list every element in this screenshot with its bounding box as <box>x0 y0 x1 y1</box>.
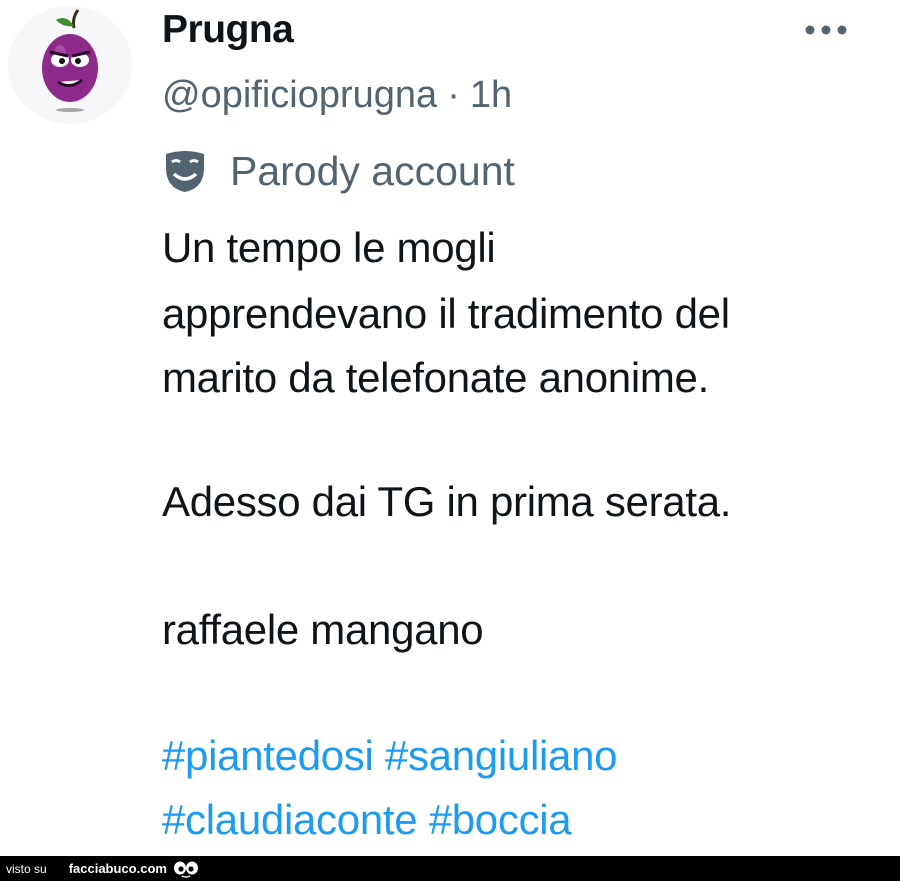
eyes-logo-icon <box>173 861 198 878</box>
parody-label-row: Parody account <box>162 146 515 196</box>
hashtag-link[interactable]: #piantedosi <box>162 732 374 779</box>
handle-line: @opificioprugna · 1h <box>162 74 512 117</box>
timestamp[interactable]: 1h <box>470 74 512 116</box>
display-name[interactable]: Prugna <box>162 8 294 52</box>
tweet-text-line-4: Adesso dai TG in prima serata. <box>162 478 732 525</box>
hashtag-link[interactable]: #claudiaconte <box>162 796 418 843</box>
hashtag-link[interactable]: #sangiuliano <box>385 732 618 779</box>
avatar[interactable] <box>8 6 132 124</box>
more-button[interactable] <box>800 16 852 44</box>
tweet-text-line-3: marito da telefonate anonime. <box>162 354 709 401</box>
plum-character-avatar <box>42 9 98 112</box>
separator: · <box>447 74 460 116</box>
tweet-text-line-2: apprendevano il tradimento del <box>162 290 730 337</box>
watermark-site: facciabuco.com <box>68 861 167 876</box>
tweet-text-line-1: Un tempo le mogli <box>162 224 496 271</box>
watermark-bar: visto su facciabuco.com <box>0 856 900 881</box>
hashtag-link[interactable]: #boccia <box>429 796 572 843</box>
watermark-prefix: visto su <box>6 861 47 876</box>
hashtag-line-1: #piantedosi #sangiuliano <box>162 732 617 780</box>
tweet-text-line-5: raffaele mangano <box>162 606 484 653</box>
more-horizontal-icon <box>805 25 847 35</box>
parody-label: Parody account <box>230 147 515 194</box>
handle[interactable]: @opificioprugna <box>162 74 437 116</box>
parody-mask-icon <box>166 151 204 192</box>
hashtag-line-2: #claudiaconte #boccia <box>162 796 572 844</box>
